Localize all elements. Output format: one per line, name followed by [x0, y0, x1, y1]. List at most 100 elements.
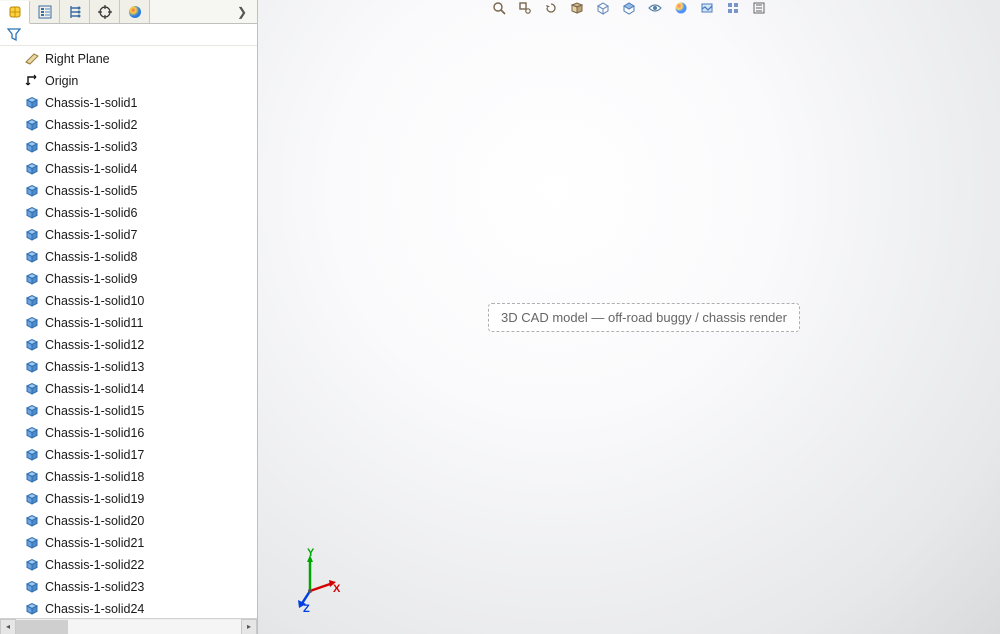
solid-icon — [24, 447, 40, 463]
solid-icon — [24, 557, 40, 573]
scroll-track[interactable] — [16, 620, 241, 634]
tab-feature-manager[interactable] — [0, 1, 30, 24]
tree-item-label: Chassis-1-solid2 — [45, 114, 137, 136]
feature-tree[interactable]: Right PlaneOriginChassis-1-solid1Chassis… — [0, 46, 257, 618]
tree-item[interactable]: Chassis-1-solid2 — [20, 114, 257, 136]
tree-item-label: Chassis-1-solid12 — [45, 334, 144, 356]
tree-item[interactable]: Chassis-1-solid10 — [20, 290, 257, 312]
property-manager-icon — [37, 4, 53, 20]
tree-item[interactable]: Origin — [20, 70, 257, 92]
solid-icon — [24, 337, 40, 353]
axis-x-label: X — [333, 583, 340, 595]
solid-icon — [24, 271, 40, 287]
solid-icon — [24, 381, 40, 397]
tree-item[interactable]: Chassis-1-solid23 — [20, 576, 257, 598]
filter-funnel-icon — [6, 27, 22, 43]
tree-item[interactable]: Chassis-1-solid22 — [20, 554, 257, 576]
tree-item-label: Chassis-1-solid13 — [45, 356, 144, 378]
tree-item-label: Chassis-1-solid3 — [45, 136, 137, 158]
model-render-placeholder: 3D CAD model — off-road buggy / chassis … — [318, 24, 970, 610]
tree-item-label: Origin — [45, 70, 78, 92]
tree-item-label: Chassis-1-solid23 — [45, 576, 144, 598]
tree-item[interactable]: Chassis-1-solid12 — [20, 334, 257, 356]
edit-appearance-icon[interactable] — [673, 1, 689, 15]
tab-display-manager[interactable] — [120, 0, 150, 23]
display-style-icon[interactable] — [621, 1, 637, 15]
tree-item[interactable]: Chassis-1-solid21 — [20, 532, 257, 554]
tree-item-label: Chassis-1-solid22 — [45, 554, 144, 576]
heads-up-toolbar — [258, 0, 1000, 16]
tree-item-label: Chassis-1-solid10 — [45, 290, 144, 312]
solid-icon — [24, 205, 40, 221]
tree-item-label: Chassis-1-solid21 — [45, 532, 144, 554]
tree-item[interactable]: Chassis-1-solid9 — [20, 268, 257, 290]
section-view-icon[interactable] — [569, 1, 585, 15]
tree-item[interactable]: Chassis-1-solid11 — [20, 312, 257, 334]
solid-icon — [24, 491, 40, 507]
solid-icon — [24, 293, 40, 309]
tree-item[interactable]: Chassis-1-solid20 — [20, 510, 257, 532]
tree-item[interactable]: Chassis-1-solid16 — [20, 422, 257, 444]
solid-icon — [24, 249, 40, 265]
orientation-triad[interactable]: Y X Z — [283, 553, 338, 608]
tree-item-label: Chassis-1-solid9 — [45, 268, 137, 290]
tree-horizontal-scrollbar[interactable]: ◂ ▸ — [0, 618, 257, 634]
tree-item[interactable]: Chassis-1-solid18 — [20, 466, 257, 488]
tab-dimxpert[interactable] — [90, 0, 120, 23]
solid-icon — [24, 513, 40, 529]
scroll-right-button[interactable]: ▸ — [241, 619, 257, 634]
view-orientation-icon[interactable] — [595, 1, 611, 15]
prev-view-icon[interactable] — [543, 1, 559, 15]
apply-scene-icon[interactable] — [699, 1, 715, 15]
solid-icon — [24, 227, 40, 243]
view-setting-icon[interactable] — [725, 1, 741, 15]
tree-item-label: Chassis-1-solid20 — [45, 510, 144, 532]
solid-icon — [24, 425, 40, 441]
solid-icon — [24, 315, 40, 331]
tree-item[interactable]: Chassis-1-solid14 — [20, 378, 257, 400]
tree-item[interactable]: Chassis-1-solid15 — [20, 400, 257, 422]
scroll-thumb[interactable] — [16, 620, 68, 634]
tree-item-label: Chassis-1-solid7 — [45, 224, 137, 246]
tab-configuration-manager[interactable] — [60, 0, 90, 23]
app-root: ❯ Right PlaneOriginChassis-1-solid1Chass… — [0, 0, 1000, 634]
solid-icon — [24, 139, 40, 155]
hide-show-icon[interactable] — [647, 1, 663, 15]
tree-item[interactable]: Chassis-1-solid5 — [20, 180, 257, 202]
panel-tab-row: ❯ — [0, 0, 257, 24]
tree-item[interactable]: Chassis-1-solid3 — [20, 136, 257, 158]
tree-item-label: Chassis-1-solid16 — [45, 422, 144, 444]
feature-manager-icon — [7, 4, 23, 20]
scroll-left-button[interactable]: ◂ — [0, 619, 16, 634]
tree-item-label: Chassis-1-solid17 — [45, 444, 144, 466]
configuration-manager-icon — [67, 4, 83, 20]
solid-icon — [24, 403, 40, 419]
tree-item-label: Chassis-1-solid14 — [45, 378, 144, 400]
tree-item-label: Chassis-1-solid18 — [45, 466, 144, 488]
model-description-label: 3D CAD model — off-road buggy / chassis … — [488, 303, 800, 332]
solid-icon — [24, 183, 40, 199]
graphics-viewport[interactable]: 3D CAD model — off-road buggy / chassis … — [258, 0, 1000, 634]
tree-item[interactable]: Chassis-1-solid13 — [20, 356, 257, 378]
tree-item-label: Chassis-1-solid5 — [45, 180, 137, 202]
tree-item[interactable]: Chassis-1-solid19 — [20, 488, 257, 510]
tree-item[interactable]: Chassis-1-solid17 — [20, 444, 257, 466]
axis-z-label: Z — [303, 603, 310, 615]
tree-item[interactable]: Chassis-1-solid24 — [20, 598, 257, 618]
panel-tabs-expand[interactable]: ❯ — [150, 0, 257, 23]
tree-item[interactable]: Chassis-1-solid1 — [20, 92, 257, 114]
tree-item-label: Chassis-1-solid11 — [45, 312, 143, 334]
render-tools-icon[interactable] — [751, 1, 767, 15]
tree-item[interactable]: Chassis-1-solid6 — [20, 202, 257, 224]
zoom-area-icon[interactable] — [517, 1, 533, 15]
solid-icon — [24, 535, 40, 551]
tree-item[interactable]: Chassis-1-solid7 — [20, 224, 257, 246]
origin-icon — [24, 73, 40, 89]
tree-filter-row[interactable] — [0, 24, 257, 46]
zoom-fit-icon[interactable] — [491, 1, 507, 15]
solid-icon — [24, 161, 40, 177]
tree-item[interactable]: Right Plane — [20, 48, 257, 70]
tree-item[interactable]: Chassis-1-solid4 — [20, 158, 257, 180]
tree-item[interactable]: Chassis-1-solid8 — [20, 246, 257, 268]
tab-property-manager[interactable] — [30, 0, 60, 23]
